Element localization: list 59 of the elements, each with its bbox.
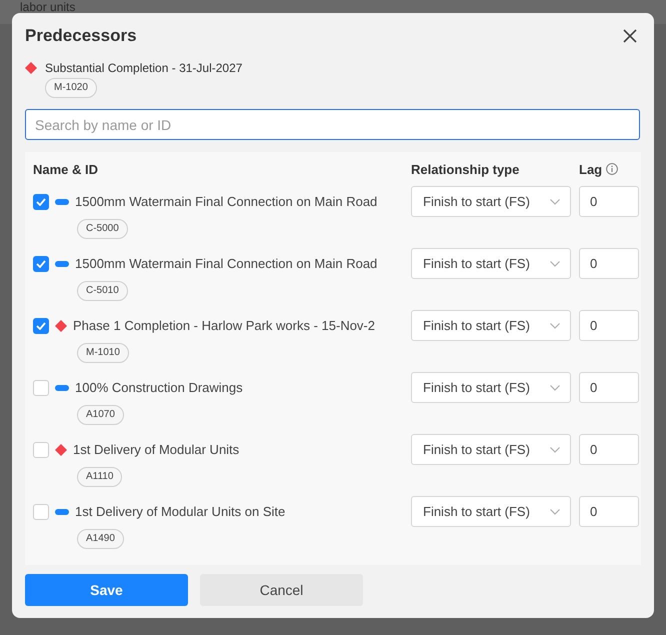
column-header: Name & ID — [33, 160, 100, 178]
activity-name: Phase 1 Completion - Harlow Park works - 15-Nov-2 — [73, 318, 375, 333]
bar-icon — [55, 198, 69, 204]
bar-icon — [55, 508, 69, 514]
chevron-down-icon — [550, 384, 560, 390]
activity-name: 1500mm Watermain Final Connection on Main Road — [75, 194, 378, 209]
checkbox[interactable] — [33, 504, 49, 520]
dialog-title: Predecessors — [25, 26, 137, 46]
relationship-dropdown[interactable]: Finish to start (FS) — [411, 248, 571, 279]
close-button[interactable] — [622, 28, 638, 44]
lag-field[interactable]: 0 — [579, 496, 639, 527]
cancel-button[interactable]: Cancel — [200, 574, 363, 606]
checkmark-icon — [36, 198, 46, 206]
lag-field[interactable]: 0 — [579, 434, 639, 465]
checkmark-icon — [36, 322, 46, 330]
checkbox[interactable] — [33, 442, 49, 458]
chevron-down-icon — [550, 508, 560, 514]
search-field[interactable]: Search by name or ID — [25, 109, 640, 140]
activity-id-tag: M-1020 — [45, 78, 97, 98]
lag-field[interactable]: 0 — [579, 372, 639, 403]
activity-name: Substantial Completion - 31-Jul-2027 — [45, 61, 242, 75]
lag-field[interactable]: 0 — [579, 310, 639, 341]
relationship-dropdown[interactable]: Finish to start (FS) — [411, 186, 571, 217]
relationship-dropdown[interactable]: Finish to start (FS) — [411, 372, 571, 403]
checkbox[interactable] — [33, 256, 49, 272]
lag-field[interactable]: 0 — [579, 248, 639, 279]
checkbox[interactable] — [33, 380, 49, 396]
diamond-icon — [25, 62, 37, 74]
activity-name: 1st Delivery of Modular Units on Site — [75, 504, 286, 519]
bar-icon — [55, 260, 69, 266]
checkbox[interactable] — [33, 194, 49, 210]
activity-name: 100% Construction Drawings — [75, 380, 243, 395]
column-header: Relationship type — [411, 160, 520, 179]
chevron-down-icon — [550, 198, 560, 204]
diamond-icon — [55, 320, 67, 332]
checkmark-icon — [36, 260, 46, 268]
chevron-down-icon — [550, 322, 560, 328]
activity-id-tag: A1110 — [77, 467, 122, 487]
activity-name: 1500mm Watermain Final Connection on Main Road — [75, 256, 378, 271]
activity-id-tag: A1490 — [77, 529, 124, 549]
relationship-dropdown[interactable]: Finish to start (FS) — [411, 496, 571, 527]
relationship-dropdown[interactable]: Finish to start (FS) — [411, 310, 571, 341]
activity-name: 1st Delivery of Modular Units — [73, 442, 240, 457]
lag-field[interactable]: 0 — [579, 186, 639, 217]
save-button[interactable]: Save — [25, 574, 188, 606]
chevron-down-icon — [550, 446, 560, 452]
bar-icon — [55, 384, 69, 390]
chevron-down-icon — [550, 260, 560, 266]
activity-id-tag: M-1010 — [77, 343, 129, 363]
checkbox[interactable] — [33, 318, 49, 334]
info-icon[interactable] — [606, 163, 618, 175]
diamond-icon — [55, 444, 67, 456]
relationship-dropdown[interactable]: Finish to start (FS) — [411, 434, 571, 465]
activity-id-tag: C-5010 — [77, 281, 128, 301]
column-header: Lag — [579, 162, 602, 176]
activity-id-tag: C-5000 — [77, 219, 128, 239]
column-header: labor units — [20, 0, 76, 14]
activity-id-tag: A1070 — [77, 405, 124, 425]
close-icon — [622, 28, 638, 44]
